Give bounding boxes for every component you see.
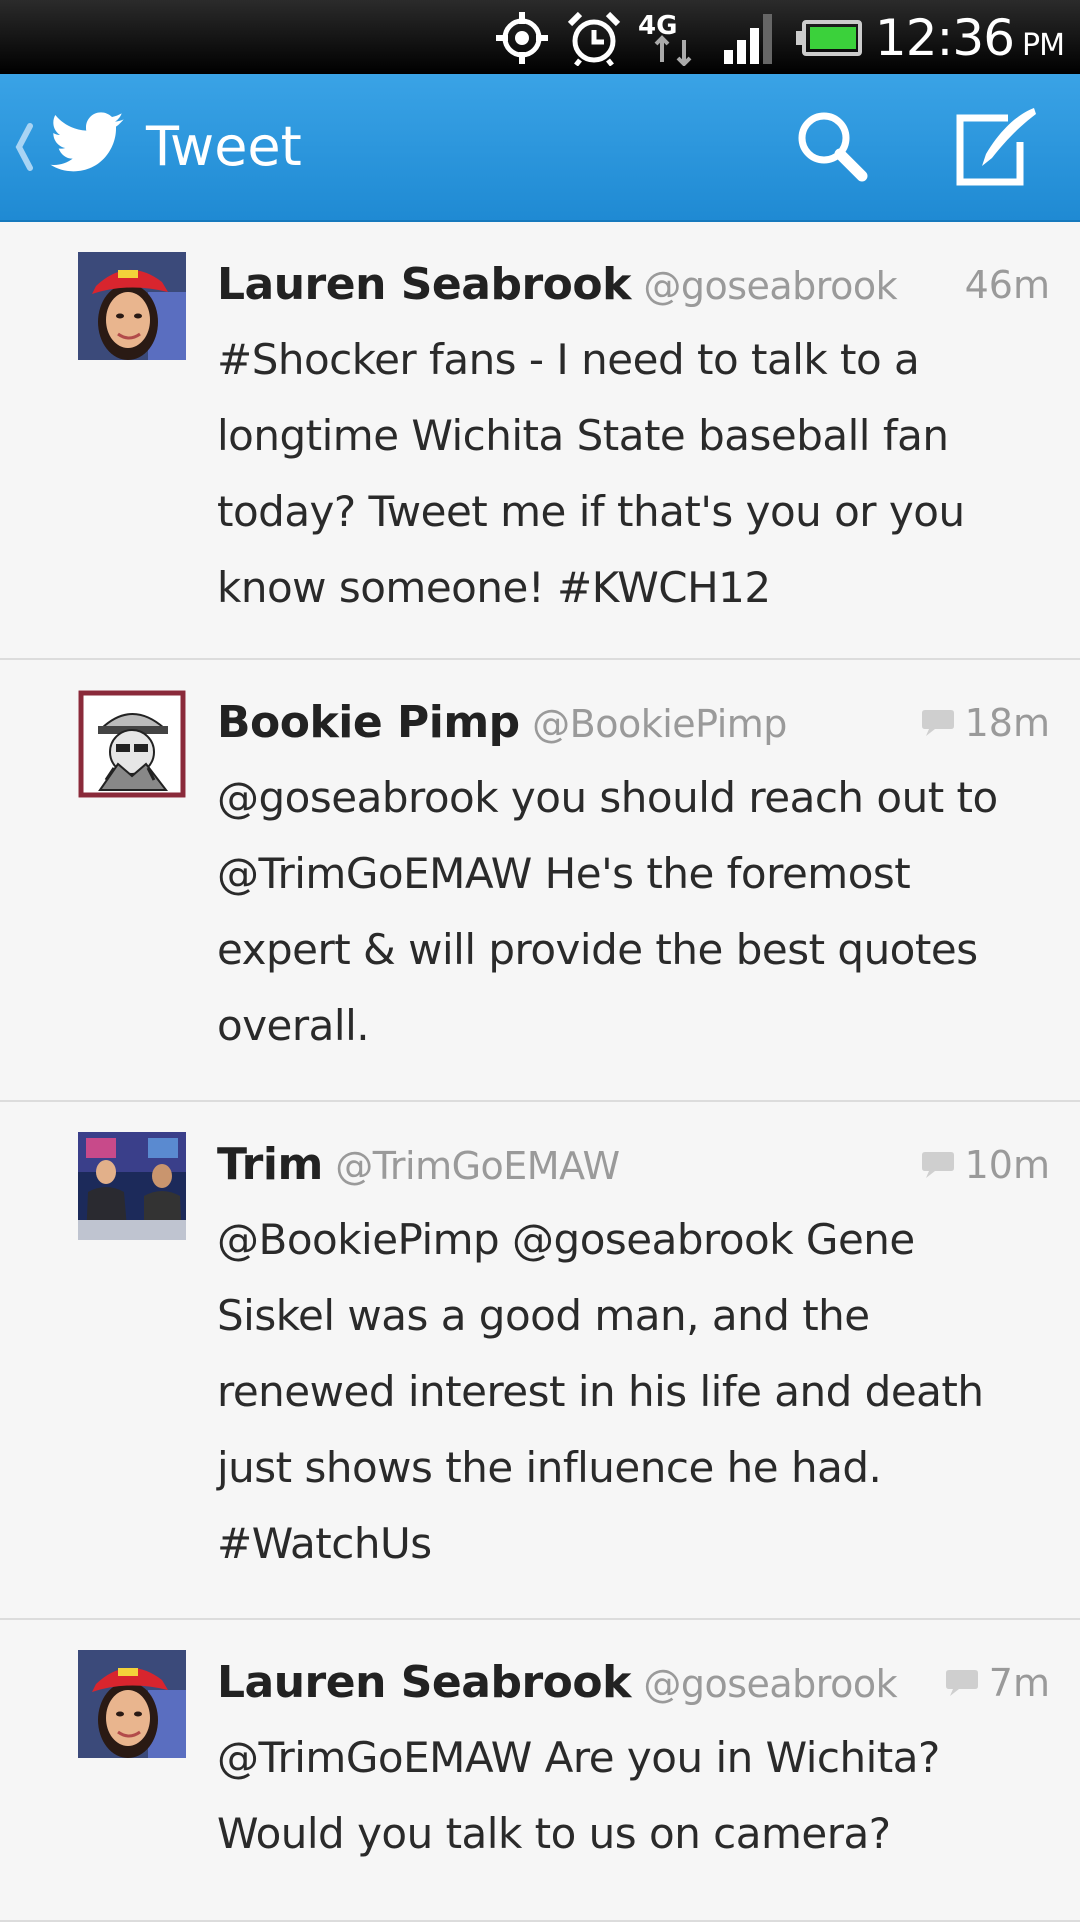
clock-time: 12:36 [874, 9, 1015, 67]
timestamp-text: 46m [964, 263, 1050, 307]
conversation-icon [945, 1669, 978, 1696]
network-label: 4G [638, 11, 677, 41]
twitter-bird-icon[interactable] [46, 104, 128, 184]
avatar[interactable] [78, 252, 186, 360]
battery-icon [796, 20, 862, 56]
gps-icon [496, 12, 548, 64]
action-bar: Tweet [0, 74, 1080, 222]
timestamp: 7m [945, 1650, 1050, 1716]
tweet-item[interactable]: Bookie Pimp @BookiePimp 18m @goseabrook … [0, 660, 1080, 1102]
avatar[interactable] [78, 690, 186, 798]
tweet-item[interactable]: Trim @TrimGoEMAW 10m @BookiePimp @goseab… [0, 1102, 1080, 1620]
clock-ampm: PM [1022, 28, 1065, 63]
timestamp: 10m [921, 1132, 1050, 1198]
4g-lte-icon: 4G [638, 11, 692, 66]
author-handle[interactable]: @BookiePimp [532, 702, 787, 746]
tweet-text: @TrimGoEMAW Are you in Wichita? Would yo… [217, 1733, 940, 1858]
search-icon[interactable] [786, 100, 880, 194]
author-handle[interactable]: @goseabrook [643, 1662, 897, 1706]
author-name[interactable]: Lauren Seabrook [217, 1657, 631, 1708]
tweet-text: @goseabrook you should reach out to @Tri… [217, 773, 998, 1050]
tweet-header: Bookie Pimp @BookiePimp 18m [217, 690, 1050, 756]
author-name[interactable]: Bookie Pimp [217, 697, 520, 748]
avatar[interactable] [78, 1650, 186, 1758]
author-handle[interactable]: @TrimGoEMAW [335, 1144, 620, 1188]
timestamp-text: 18m [964, 701, 1050, 745]
conversation-icon [921, 709, 954, 736]
timestamp: 46m [965, 252, 1050, 318]
author-handle[interactable]: @goseabrook [643, 264, 897, 308]
tweet-item[interactable]: Lauren Seabrook @goseabrook 46m #Shocker… [0, 222, 1080, 660]
author-name[interactable]: Lauren Seabrook [217, 259, 631, 310]
timestamp: 18m [921, 690, 1050, 756]
clock: 12:36 PM [874, 8, 1065, 76]
author-name[interactable]: Trim [217, 1139, 323, 1190]
conversation-icon [921, 1151, 954, 1178]
timestamp-text: 10m [964, 1143, 1050, 1187]
tweet-header: Trim @TrimGoEMAW 10m [217, 1132, 1050, 1198]
status-bar: 4G 12:36 PM [0, 0, 1080, 74]
tweet-text: #Shocker fans - I need to talk to a long… [217, 335, 965, 612]
timestamp-text: 7m [988, 1661, 1050, 1705]
timeline: Lauren Seabrook @goseabrook 46m #Shocker… [0, 222, 1080, 1922]
tweet-item[interactable]: Lauren Seabrook @goseabrook 7m @TrimGoEM… [0, 1620, 1080, 1922]
tweet-header: Lauren Seabrook @goseabrook 46m [217, 252, 1050, 318]
alarm-icon [567, 11, 621, 66]
tweet-header: Lauren Seabrook @goseabrook 7m [217, 1650, 1050, 1716]
back-chevron-icon[interactable] [14, 120, 34, 174]
signal-icon [724, 14, 772, 64]
compose-icon[interactable] [948, 100, 1042, 194]
tweet-text: @BookiePimp @goseabrook Gene Siskel was … [217, 1215, 984, 1568]
avatar[interactable] [78, 1132, 186, 1240]
page-title: Tweet [146, 115, 302, 178]
